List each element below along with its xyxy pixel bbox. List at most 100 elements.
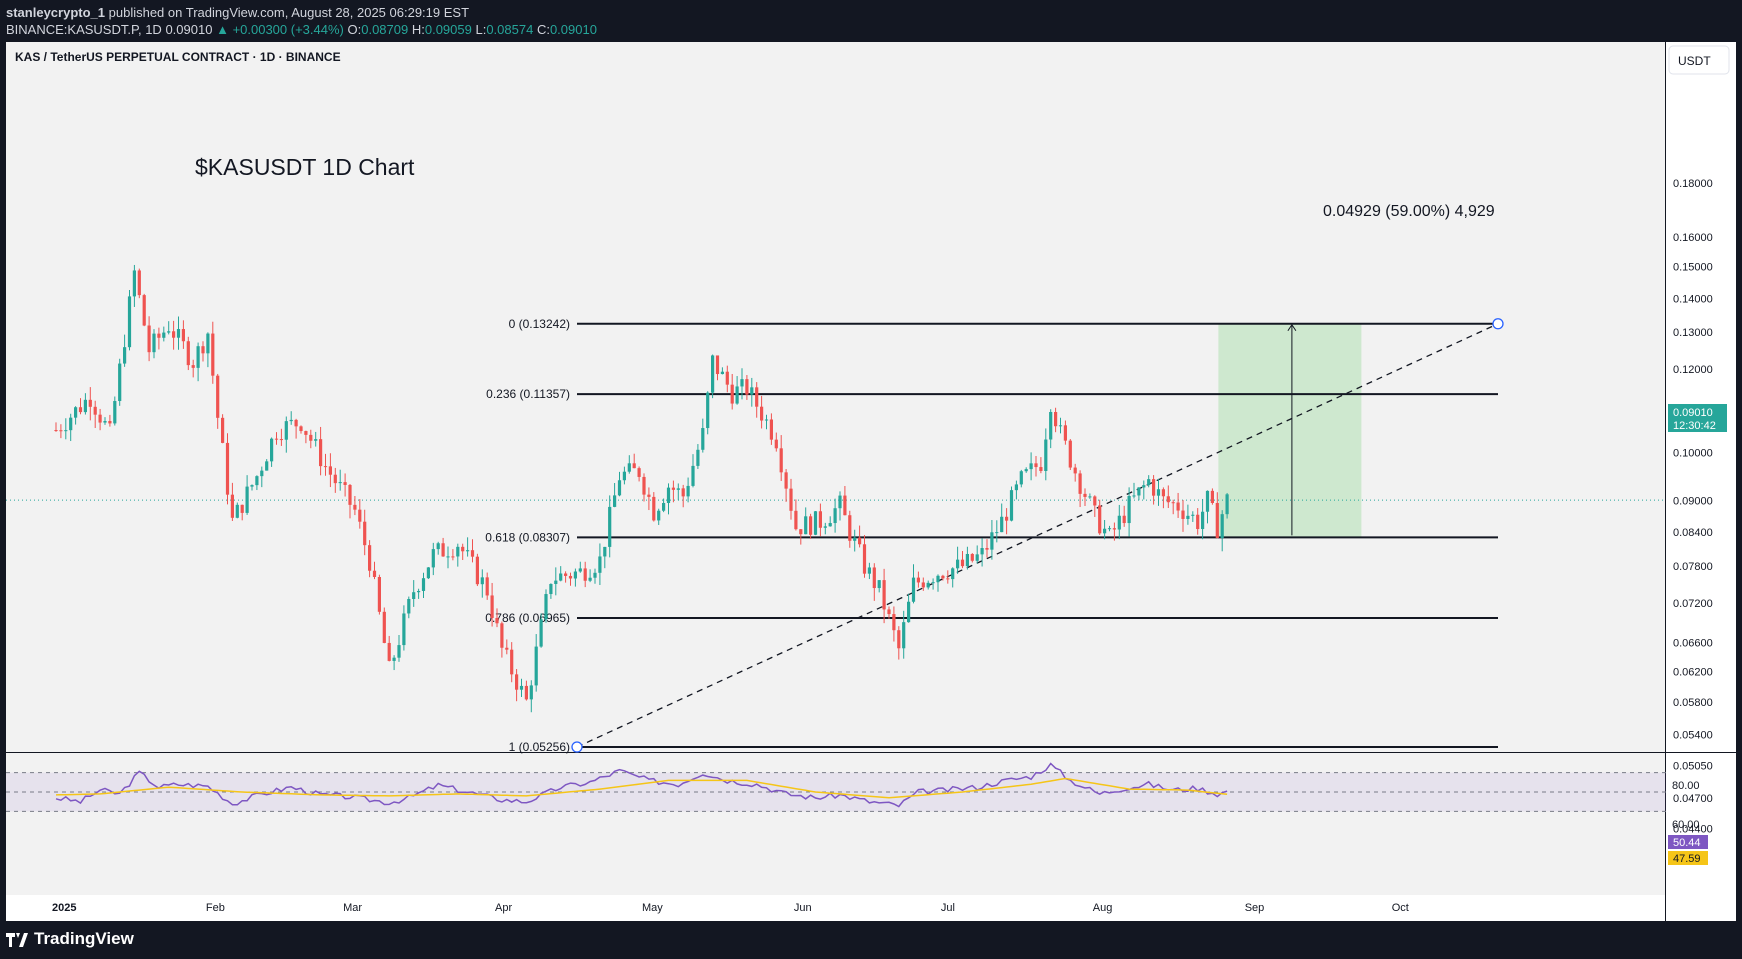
candle-body (598, 556, 602, 573)
candle-body (1225, 494, 1229, 515)
publisher-name[interactable]: stanleycrypto_1 (6, 5, 105, 20)
candle-body (1078, 473, 1082, 494)
candle-body (573, 571, 577, 579)
candle-body (412, 592, 416, 600)
candle-body (1098, 505, 1102, 534)
time-tick-label: 2025 (52, 902, 76, 914)
price-chart[interactable]: 0 (0.13242) 0.236 (0.11357) 0.618 (0.08307… (0, 42, 1742, 922)
candle-body (750, 387, 754, 395)
candle-body (1112, 528, 1116, 530)
candle-body (897, 630, 901, 649)
chart-annotation-text[interactable]: $KASUSDT 1D Chart (195, 154, 415, 180)
candle-body (519, 685, 524, 690)
candle-body (789, 488, 793, 511)
measure-box[interactable] (1218, 323, 1362, 538)
candle-body (93, 406, 97, 415)
candle-body (1142, 485, 1146, 488)
candle-body (990, 532, 994, 550)
candle-body (495, 617, 499, 624)
candle-body (681, 488, 685, 497)
close-value: 0.09010 (549, 22, 597, 37)
candle-body (270, 438, 274, 462)
price-tick-label: 0.15000 (1673, 262, 1713, 274)
currency-button[interactable]: USDT (1668, 45, 1730, 75)
high-value: 0.09059 (424, 22, 472, 37)
tradingview-logo[interactable]: TradingView (6, 929, 134, 949)
candle-body (843, 495, 847, 516)
candle-body (397, 645, 401, 658)
candle-body (1181, 510, 1185, 519)
candle-body (78, 407, 83, 413)
candle-body (451, 556, 455, 558)
candle-body (245, 486, 249, 513)
close-label: C: (536, 22, 550, 37)
candle-body (250, 485, 254, 487)
candle-body (216, 375, 220, 418)
trend-line-end-handle[interactable] (1492, 318, 1504, 330)
price-tick-label: 0.16000 (1673, 232, 1713, 244)
candle-body (1024, 469, 1028, 472)
candle-body (235, 504, 239, 518)
candle-body (142, 295, 146, 326)
candle-body (333, 474, 337, 484)
current-price-countdown: 12:30:42 (1673, 420, 1716, 432)
logo-text: TradingView (34, 929, 134, 948)
candle-body (564, 573, 568, 576)
candle-body (965, 553, 969, 567)
candle-body (1107, 528, 1112, 530)
candle-body (274, 438, 279, 440)
candle-body (970, 553, 974, 561)
candle-body (858, 537, 862, 545)
price-tick-label: 0.07800 (1673, 561, 1713, 573)
candle-body (975, 554, 979, 561)
candle-body (926, 582, 930, 588)
candle-body (172, 331, 176, 338)
candle-body (1210, 490, 1214, 503)
candle-body (206, 333, 210, 354)
candle-body (804, 516, 808, 535)
candle-body (911, 577, 916, 602)
candle-body (838, 495, 842, 509)
candle-body (343, 482, 347, 485)
candle-body (549, 583, 553, 595)
candle-body (941, 575, 945, 579)
candle-body (201, 346, 205, 354)
current-price-value: 0.09010 (1673, 407, 1713, 419)
candle-body (916, 577, 920, 583)
candle-body (515, 674, 519, 690)
candle-body (137, 270, 141, 296)
candle-body (1093, 496, 1097, 506)
candle-body (902, 622, 906, 649)
candle-body (887, 609, 891, 615)
fib-level-label: 0.236 (0.11357) (486, 387, 570, 401)
candle-body (936, 575, 940, 583)
candle-body (294, 419, 298, 427)
candle-body (353, 504, 357, 510)
candle-body (813, 511, 818, 535)
candle-body (784, 472, 788, 489)
candle-body (1083, 493, 1087, 497)
candle-body (1044, 439, 1048, 471)
candle-body (657, 510, 661, 521)
candle-body (103, 420, 107, 423)
price-tick-label: 0.05050 (1673, 760, 1713, 772)
candle-body (931, 582, 935, 584)
candle-body (147, 325, 151, 353)
candle-body (1005, 516, 1009, 521)
measure-label[interactable]: 0.04929 (59.00%) 4,929 (1323, 203, 1495, 220)
candle-body (872, 567, 876, 589)
candle-body (534, 646, 538, 686)
time-tick-label: Aug (1093, 902, 1113, 914)
candle-body (1049, 411, 1053, 440)
candle-body (794, 510, 798, 530)
candle-body (196, 346, 200, 368)
candle-body (951, 568, 955, 580)
candle-body (877, 580, 881, 589)
candle-body (1147, 479, 1151, 486)
candle-body (995, 532, 999, 534)
candle-body (441, 543, 445, 557)
trend-line-start-handle[interactable] (571, 741, 583, 753)
candle-body (289, 419, 293, 422)
candle-body (671, 487, 675, 490)
candle-body (662, 503, 666, 511)
